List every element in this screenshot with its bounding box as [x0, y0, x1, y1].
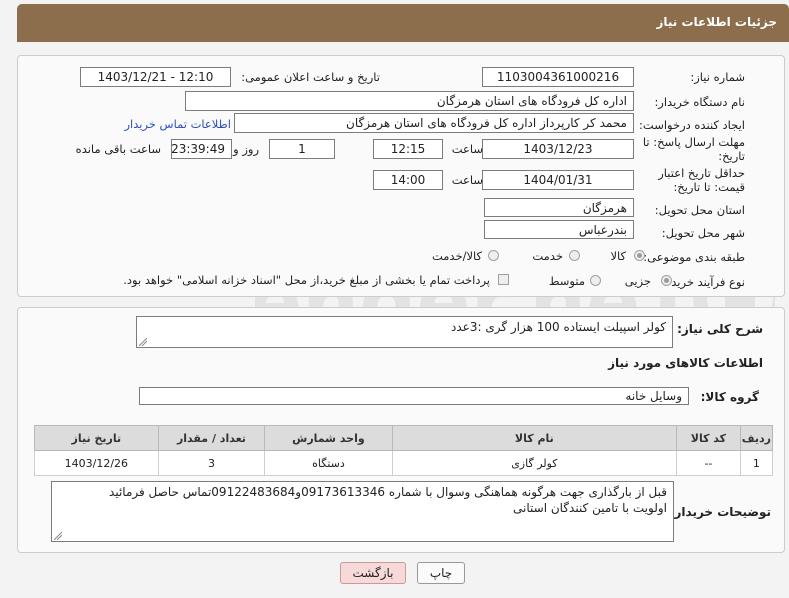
table-row[interactable]: 1 -- کولر گازی دستگاه 3 1403/12/26 — [34, 450, 774, 476]
category-goods-service-radio[interactable] — [488, 250, 499, 261]
buyer-contact-link[interactable]: اطلاعات تماس خریدار — [124, 117, 231, 131]
cell-unit: دستگاه — [264, 450, 393, 476]
process-minor-label: جزیی — [624, 274, 651, 288]
goods-table: ردیف کد کالا نام کالا واحد شمارش تعداد /… — [34, 425, 774, 476]
creator-label: ایجاد کننده درخواست: — [639, 118, 745, 132]
resize-grip-icon[interactable] — [54, 532, 62, 540]
goods-group-label: گروه کالا: — [700, 390, 759, 404]
header-goods-code: کد کالا — [676, 425, 741, 451]
process-medium-radio[interactable] — [590, 275, 601, 286]
buyer-notes-line-1: قبل از بارگذاری جهت هرگونه هماهنگی وسوال… — [109, 485, 667, 499]
days-field[interactable]: 1 — [269, 139, 335, 159]
buyer-notes-label: توضیحات خریدار: — [669, 505, 771, 519]
buyer-notes-textarea[interactable]: قبل از بارگذاری جهت هرگونه هماهنگی وسوال… — [51, 481, 674, 542]
header-quantity: تعداد / مقدار — [157, 425, 266, 451]
announce-label: تاریخ و ساعت اعلان عمومی: — [241, 70, 380, 84]
cell-goods-code: -- — [676, 450, 741, 476]
province-field[interactable]: هرمزگان — [484, 198, 634, 217]
goods-group-field[interactable]: وسایل خانه — [139, 387, 689, 405]
days-label: روز و — [233, 142, 259, 156]
category-service-radio[interactable] — [569, 250, 580, 261]
cell-goods-name: کولر گازی — [391, 450, 678, 476]
remaining-time-field[interactable]: 23:39:49 — [171, 139, 232, 159]
resize-grip-icon[interactable] — [139, 338, 147, 346]
page-header: جزئیات اطلاعات نیاز — [17, 4, 789, 42]
process-minor-radio[interactable] — [661, 275, 672, 286]
cell-row-number: 1 — [739, 450, 774, 476]
city-field[interactable]: بندرعباس — [484, 220, 634, 239]
print-button[interactable]: چاپ — [417, 562, 465, 584]
process-label: نوع فرآیند خرید : — [663, 275, 745, 289]
validity-time-label: ساعت — [451, 173, 483, 187]
city-label: شهر محل تحویل: — [661, 226, 745, 240]
validity-date-field[interactable]: 1404/01/31 — [482, 170, 634, 190]
creator-field[interactable]: محمد کر کارپرداز اداره کل فرودگاه های اس… — [234, 113, 634, 133]
page-title: جزئیات اطلاعات نیاز — [656, 15, 777, 29]
province-label: استان محل تحویل: — [654, 203, 745, 217]
treasury-payment-checkbox[interactable] — [498, 274, 509, 285]
treasury-payment-note: پرداخت تمام یا بخشی از مبلغ خرید،از محل … — [123, 273, 490, 287]
deadline-time-label: ساعت — [451, 142, 483, 156]
header-unit: واحد شمارش — [264, 425, 393, 451]
buyer-org-label: نام دستگاه خریدار: — [654, 95, 745, 109]
description-label: شرح کلی نیاز: — [677, 322, 763, 336]
deadline-time-field[interactable]: 12:15 — [373, 139, 443, 159]
goods-table-header: ردیف کد کالا نام کالا واحد شمارش تعداد /… — [34, 425, 774, 451]
category-label: طبقه بندی موضوعی: — [643, 250, 745, 264]
buyer-org-field[interactable]: اداره کل فرودگاه های استان هرمزگان — [185, 91, 634, 111]
validity-label: حداقل تاریخ اعتبار قیمت: تا تاریخ: — [658, 166, 745, 194]
process-medium-label: متوسط — [548, 274, 585, 288]
category-goods-service-label: کالا/خدمت — [431, 249, 482, 263]
category-goods-radio[interactable] — [634, 250, 645, 261]
back-button[interactable]: بازگشت — [340, 562, 406, 584]
buyer-notes-line-2: اولویت با تامین کنندگان استانی — [513, 501, 667, 515]
announce-field[interactable]: 1403/12/21 - 12:10 — [80, 67, 231, 87]
remaining-label: ساعت باقی مانده — [75, 142, 161, 156]
need-number-label: شماره نیاز: — [690, 70, 745, 84]
deadline-label: مهلت ارسال پاسخ: تا تاریخ: — [642, 135, 745, 163]
header-need-date: تاریخ نیاز — [34, 425, 159, 451]
category-service-label: خدمت — [532, 249, 563, 263]
header-goods-name: نام کالا — [391, 425, 678, 451]
category-goods-label: کالا — [610, 249, 626, 263]
need-number-field[interactable]: 1103004361000216 — [482, 67, 634, 87]
cell-quantity: 3 — [157, 450, 266, 476]
description-text: کولر اسپیلت ایستاده 100 هزار گری :3عدد — [451, 320, 666, 334]
deadline-date-field[interactable]: 1403/12/23 — [482, 139, 634, 159]
header-row-number: ردیف — [739, 425, 774, 451]
cell-need-date: 1403/12/26 — [34, 450, 159, 476]
description-textarea[interactable]: کولر اسپیلت ایستاده 100 هزار گری :3عدد — [136, 316, 673, 348]
goods-info-title: اطلاعات کالاهای مورد نیاز — [608, 356, 763, 370]
validity-time-field[interactable]: 14:00 — [373, 170, 443, 190]
